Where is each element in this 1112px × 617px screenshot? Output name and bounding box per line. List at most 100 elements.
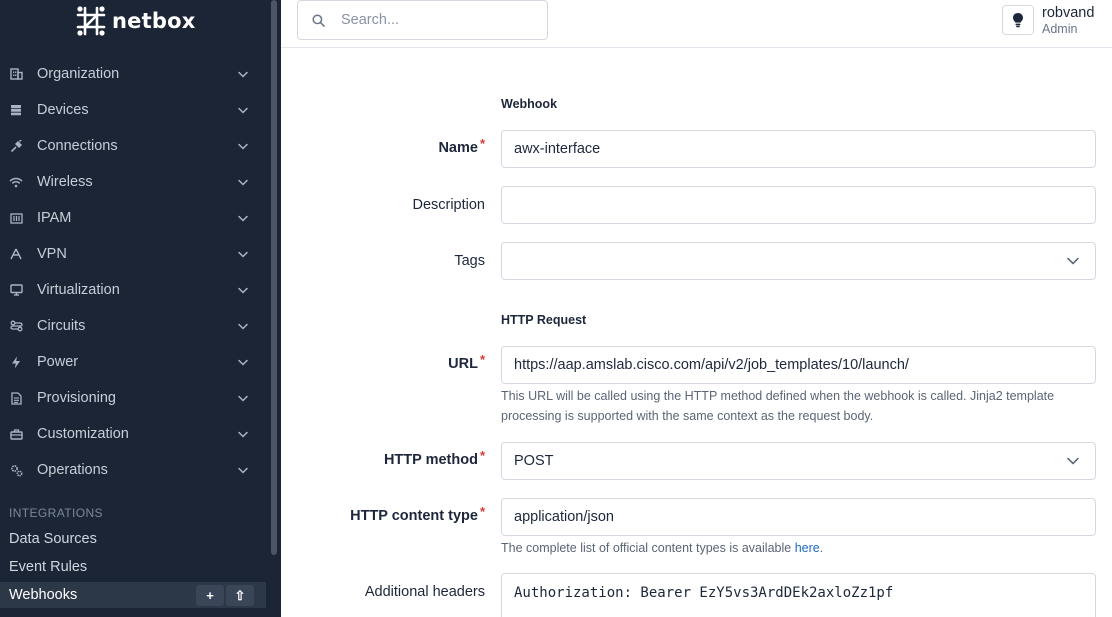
http-content-type-input[interactable]: application/json: [501, 498, 1096, 536]
required-marker: *: [479, 504, 485, 519]
sidebar-item-label: Power: [37, 354, 79, 370]
bolt-icon: [9, 355, 23, 369]
url-label: URL *: [448, 352, 485, 372]
chevron-down-icon: [238, 107, 250, 114]
content-type-help-end: .: [819, 541, 824, 555]
theme-toggle-button[interactable]: [1002, 5, 1034, 35]
sidebar-item-label: Data Sources: [9, 531, 97, 547]
plug-icon: [9, 139, 23, 153]
brand-name: netbox: [112, 9, 196, 33]
sidebar-section-integrations: INTEGRATIONS: [9, 506, 103, 520]
search-input[interactable]: [341, 12, 531, 28]
sidebar-item-virtualization[interactable]: Virtualization: [0, 272, 266, 308]
sidebar-item-event-rules[interactable]: Event Rules: [0, 554, 266, 580]
sidebar-item-vpn[interactable]: VPN: [0, 236, 266, 272]
sidebar-item-label: VPN: [37, 246, 67, 262]
required-marker: *: [479, 136, 485, 151]
description-input[interactable]: [501, 186, 1096, 224]
sidebar-item-power[interactable]: Power: [0, 344, 266, 380]
http-method-value: POST: [514, 453, 554, 469]
url-input-value: https://aap.amslab.cisco.com/api/v2/job_…: [514, 357, 909, 373]
import-webhook-button[interactable]: ⇧: [226, 585, 254, 606]
top-bar: robvand Admin: [281, 0, 1112, 48]
content-type-help-text: The complete list of official content ty…: [501, 538, 1096, 558]
sidebar-item-label: Connections: [37, 138, 118, 154]
sidebar-item-devices[interactable]: Devices: [0, 92, 266, 128]
transit-icon: [9, 319, 23, 333]
chevron-down-icon: [238, 431, 250, 438]
search-box[interactable]: [297, 0, 548, 40]
http-content-type-label: HTTP content type *: [350, 504, 485, 524]
sidebar-item-data-sources[interactable]: Data Sources: [0, 526, 266, 552]
sidebar-nav: Organization Devices Connections Wireless IP…: [0, 56, 266, 488]
sidebar: netbox Organization Devices Connections Wir…: [0, 0, 281, 617]
url-help-text: This URL will be called using the HTTP m…: [501, 389, 1055, 423]
name-label-text: Name: [438, 140, 478, 156]
sidebar-item-webhooks[interactable]: Webhooks + ⇧: [0, 582, 266, 608]
additional-headers-label: Additional headers: [364, 584, 485, 600]
name-input-value: awx-interface: [514, 141, 601, 157]
toolbox-icon: [9, 427, 23, 441]
chevron-down-icon: [238, 179, 250, 186]
chevron-down-icon: [238, 287, 250, 294]
http-content-type-value: application/json: [514, 509, 614, 525]
sidebar-item-connections[interactable]: Connections: [0, 128, 266, 164]
sidebar-item-ipam[interactable]: IPAM: [0, 200, 266, 236]
name-label: Name *: [438, 136, 485, 156]
wifi-icon: [9, 175, 23, 189]
monitor-icon: [9, 283, 23, 297]
netbox-logo-icon: [76, 6, 106, 36]
sidebar-item-label: Provisioning: [37, 390, 116, 406]
content-types-link[interactable]: here: [795, 541, 820, 555]
add-webhook-button[interactable]: +: [196, 585, 224, 606]
sidebar-item-label: Operations: [37, 462, 108, 478]
http-content-type-label-text: HTTP content type: [350, 508, 478, 524]
section-http-request-title: HTTP Request: [501, 313, 587, 327]
sidebar-item-label: Wireless: [37, 174, 93, 190]
chevron-down-icon: [238, 359, 250, 366]
required-marker: *: [479, 448, 485, 463]
cogs-icon: [9, 463, 23, 477]
http-method-select[interactable]: POST: [501, 442, 1096, 480]
chevron-down-icon: [238, 71, 250, 78]
tags-select[interactable]: [501, 242, 1096, 280]
additional-headers-value: Authorization: Bearer EzY5vs3ArdDEk2axlo…: [514, 585, 894, 601]
server-icon: [9, 103, 23, 117]
counter-icon: [9, 211, 23, 225]
chevron-down-icon: [238, 143, 250, 150]
user-role: Admin: [1042, 22, 1078, 36]
sidebar-item-label: Devices: [37, 102, 89, 118]
http-method-label: HTTP method *: [383, 448, 485, 468]
sidebar-item-label: Organization: [37, 66, 120, 82]
chevron-down-icon: [238, 395, 250, 402]
file-icon: [9, 391, 23, 405]
sidebar-item-label: Webhooks: [9, 587, 78, 603]
tags-label: Tags: [454, 253, 485, 269]
chevron-down-icon: [1067, 257, 1081, 265]
sidebar-scrollbar[interactable]: [271, 0, 277, 555]
user-menu[interactable]: robvand Admin: [1002, 5, 1094, 37]
section-webhook-title: Webhook: [501, 97, 558, 111]
sidebar-item-operations[interactable]: Operations: [0, 452, 266, 488]
sidebar-item-wireless[interactable]: Wireless: [0, 164, 266, 200]
additional-headers-textarea[interactable]: Authorization: Bearer EzY5vs3ArdDEk2axlo…: [501, 573, 1096, 617]
sidebar-item-circuits[interactable]: Circuits: [0, 308, 266, 344]
name-input[interactable]: awx-interface: [501, 130, 1096, 168]
chevron-down-icon: [238, 323, 250, 330]
sidebar-item-organization[interactable]: Organization: [0, 56, 266, 92]
user-name: robvand: [1042, 5, 1095, 21]
webhook-actions: + ⇧: [196, 585, 254, 606]
description-label: Description: [412, 197, 485, 213]
search-icon: [312, 13, 325, 27]
sidebar-item-customization[interactable]: Customization: [0, 416, 266, 452]
sidebar-item-label: Virtualization: [37, 282, 120, 298]
chevron-down-icon: [238, 251, 250, 258]
tunnel-icon: [9, 247, 23, 261]
sidebar-item-label: Customization: [37, 426, 129, 442]
chevron-down-icon: [238, 467, 250, 474]
http-method-label-text: HTTP method: [383, 452, 478, 468]
building-icon: [9, 67, 23, 81]
url-input[interactable]: https://aap.amslab.cisco.com/api/v2/job_…: [501, 346, 1096, 384]
sidebar-item-provisioning[interactable]: Provisioning: [0, 380, 266, 416]
brand-logo[interactable]: netbox: [76, 5, 195, 37]
